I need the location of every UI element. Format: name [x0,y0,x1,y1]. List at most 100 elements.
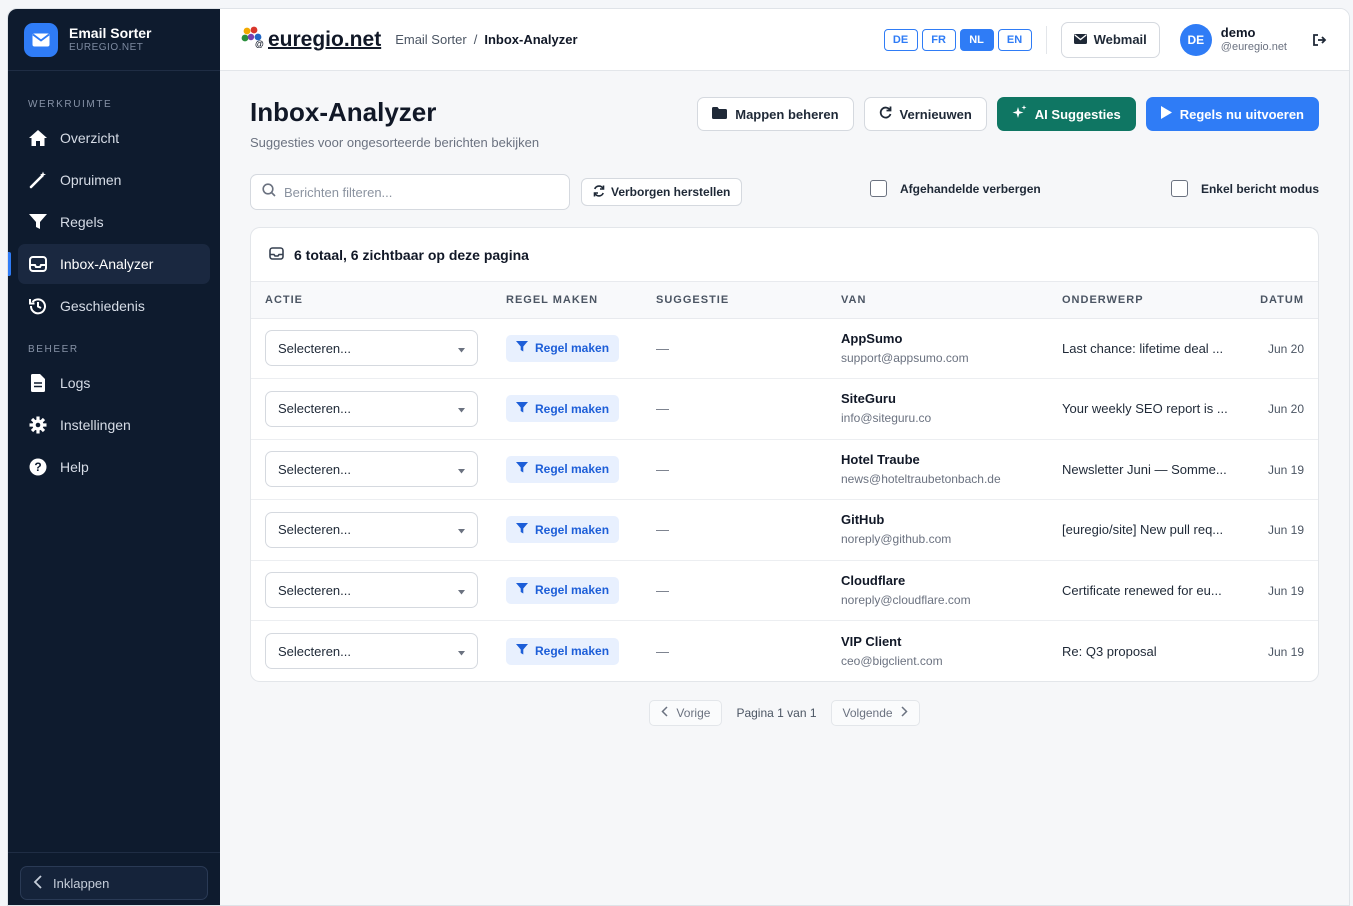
webmail-button[interactable]: Webmail [1060,21,1160,58]
sender-name: VIP Client [841,633,902,649]
action-select[interactable]: Selecteren... [265,572,478,609]
sender-email: news@hoteltraubetonbach.de [841,471,1001,486]
prev-page-button[interactable]: Vorige [649,700,723,726]
make-rule-button[interactable]: Regel maken [506,395,620,423]
user-domain: @euregio.net [1220,41,1287,53]
action-select[interactable]: Selecteren... [265,511,478,548]
site-logo[interactable]: @ euregio.net [240,26,381,54]
sender-email: ceo@bigclient.com [841,653,943,668]
sidebar-item-logs[interactable]: Logs [18,363,210,403]
collapse-button[interactable]: Inklappen [20,866,208,900]
help-icon: ? [28,457,48,477]
ai-suggestions-button[interactable]: AI Suggesties [996,97,1136,131]
make-rule-button[interactable]: Regel maken [506,516,620,544]
date-cell: Jun 19 [1258,621,1318,682]
app-window: Email Sorter EUREGIO.NET WERKRUIMTE Over… [7,8,1350,906]
sender-email: noreply@github.com [841,532,952,547]
manage-folders-label: Mappen beheren [735,106,839,122]
subject-text: Your weekly SEO report is ... [1062,401,1228,417]
suggestion-cell: — [656,378,841,440]
sidebar-item-regels[interactable]: Regels [18,202,210,242]
suggestion-value: — [656,582,669,598]
search-box[interactable] [250,174,570,210]
folder-icon [712,106,728,122]
sidebar-item-label: Opruimen [60,172,122,188]
sidebar-item-geschiedenis[interactable]: Geschiedenis [18,286,210,326]
breadcrumb-separator: / [473,32,478,47]
sidebar-item-label: Instellingen [60,417,131,433]
brand[interactable]: Email Sorter EUREGIO.NET [8,9,220,71]
table-row: Selecteren... Regel maken — AppSumo support@… [251,318,1318,379]
date-text: Jun 19 [1267,644,1304,659]
logout-icon[interactable] [1311,31,1329,49]
from-cell: VIP Client ceo@bigclient.com [841,621,1062,682]
date-cell: Jun 20 [1258,318,1318,379]
sidebar-item-opruimen[interactable]: Opruimen [18,160,210,200]
subject-cell: Your weekly SEO report is ... [1062,378,1258,440]
make-rule-button[interactable]: Regel maken [506,576,620,604]
filter-icon [516,401,528,416]
prev-label: Vorige [676,706,711,720]
sidebar: Email Sorter EUREGIO.NET WERKRUIMTE Over… [8,9,220,905]
select-value: Selecteren... [278,582,351,598]
action-select[interactable]: Selecteren... [265,390,478,427]
user-menu[interactable]: DE demo @euregio.net [1179,23,1287,56]
next-page-button[interactable]: Volgende [830,700,920,726]
sidebar-item-instellingen[interactable]: Instellingen [18,405,210,445]
action-select[interactable]: Selecteren... [265,633,478,669]
make-rule-button[interactable]: Regel maken [506,637,620,665]
lang-button-de[interactable]: DE [883,28,918,51]
action-cell: Selecteren... [251,499,506,561]
lang-button-en[interactable]: EN [997,28,1032,51]
sidebar-item-inbox-analyzer[interactable]: Inbox-Analyzer [8,244,210,284]
action-select[interactable]: Selecteren... [265,330,478,367]
sidebar-item-label: Inbox-Analyzer [60,256,154,272]
refresh-icon [879,106,892,122]
sidebar-item-help[interactable]: ? Help [18,447,210,487]
make-rule-label: Regel maken [535,401,610,416]
from-cell: AppSumo support@appsumo.com [841,318,1062,379]
envelope-icon [1073,32,1087,47]
manage-folders-button[interactable]: Mappen beheren [697,97,854,131]
breadcrumb-item-app[interactable]: Email Sorter [395,32,467,47]
select-value: Selecteren... [278,340,351,356]
sender-name: AppSumo [841,330,903,346]
checkbox-box[interactable] [1170,180,1188,197]
subject-cell: Re: Q3 proposal [1062,621,1258,682]
subject-cell: [euregio/site] New pull req... [1062,499,1258,561]
suggestion-value: — [656,522,669,538]
refresh-button[interactable]: Vernieuwen [863,97,987,131]
filter-icon [516,644,528,658]
make-rule-button[interactable]: Regel maken [506,334,620,362]
date-cell: Jun 20 [1258,378,1318,440]
suggestion-cell: — [656,560,841,621]
action-select[interactable]: Selecteren... [265,451,478,488]
page-actions: Mappen beheren Vernieuwen AI Suggesties … [697,97,1319,131]
make-rule-button[interactable]: Regel maken [506,455,620,483]
restore-hidden-button[interactable]: Verborgen herstellen [581,178,743,206]
hide-done-checkbox[interactable]: Afgehandelde verbergen [870,180,1041,197]
pagination: Vorige Pagina 1 van 1 Volgende [250,700,1319,726]
single-mode-checkbox[interactable]: Enkel bericht modus [1170,180,1319,197]
search-input[interactable] [284,184,554,200]
run-rules-button[interactable]: Regels nu uitvoeren [1145,97,1319,131]
lang-button-fr[interactable]: FR [921,28,956,51]
inbox-icon [269,246,284,263]
rule-cell: Regel maken [506,499,656,561]
sidebar-item-label: Overzicht [60,130,120,146]
subject-text: [euregio/site] New pull req... [1062,522,1224,538]
checkbox-box[interactable] [870,180,887,197]
column-header-datum[interactable]: DATUM [1258,282,1318,319]
collapse-label: Inklappen [53,875,110,891]
mail-icon [24,22,58,57]
sender-name: SiteGuru [841,391,896,407]
suggestion-cell: — [656,318,841,379]
sidebar-item-overzicht[interactable]: Overzicht [18,118,210,158]
column-header-regel: REGEL MAKEN [506,282,656,319]
table-summary: 6 totaal, 6 zichtbaar op deze pagina [251,228,1318,282]
rule-cell: Regel maken [506,318,656,379]
table-row: Selecteren... Regel maken — Cloudflare norep… [251,560,1318,621]
brand-subtitle: EUREGIO.NET [69,42,144,53]
lang-button-nl[interactable]: NL [959,28,994,51]
topbar: @ euregio.net Email Sorter / Inbox-Analy… [220,9,1349,71]
